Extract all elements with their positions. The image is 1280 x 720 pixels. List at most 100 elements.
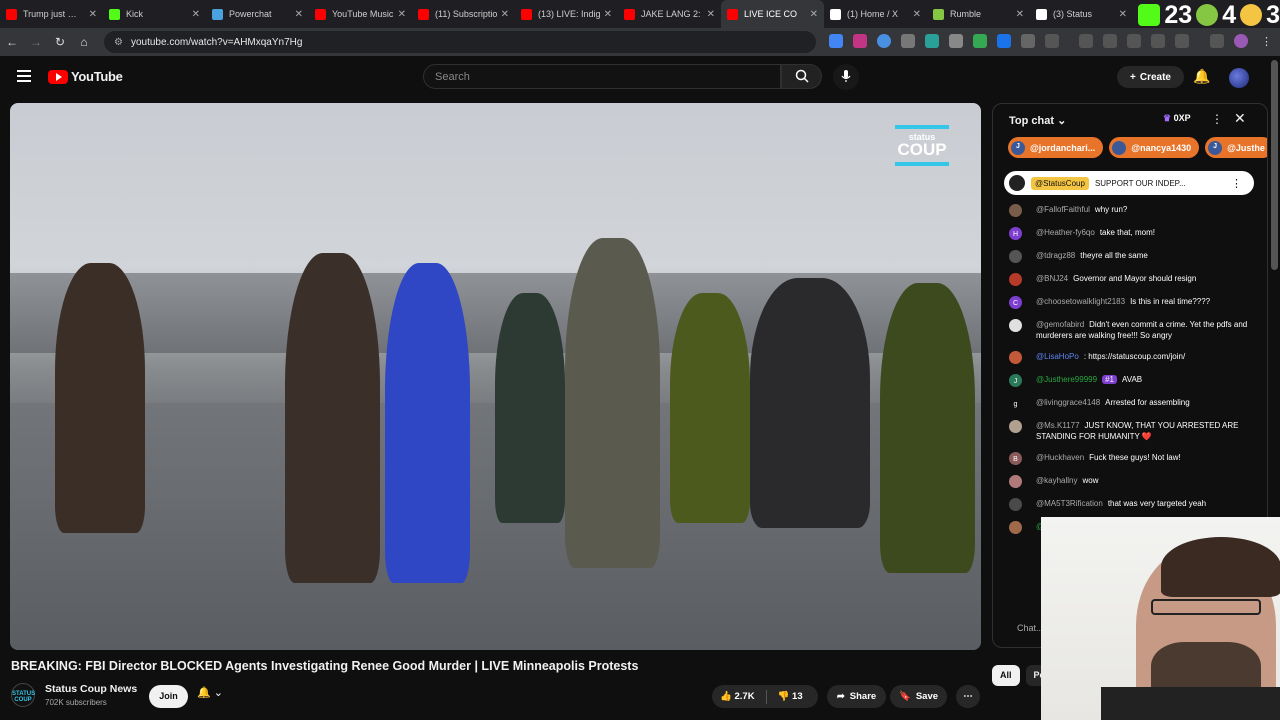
chat-author[interactable]: @LisaHoPo [1036, 352, 1079, 361]
create-button[interactable]: + Create [1117, 66, 1184, 88]
subscription-bell-button[interactable]: 🔔 ⌄ [197, 686, 223, 699]
like-button[interactable]: 👍 2.7K [720, 691, 755, 702]
extension-icon[interactable] [1103, 34, 1117, 48]
share-button[interactable]: ➦ Share [827, 685, 886, 708]
chat-author[interactable]: @MA5T3Rification [1036, 499, 1103, 508]
close-tab-icon[interactable]: ✕ [398, 9, 406, 20]
chat-author[interactable]: @Heather-fy6qo [1036, 228, 1095, 237]
extension-icon[interactable] [1021, 34, 1035, 48]
chat-author[interactable]: @gemofabird [1036, 320, 1084, 329]
dislike-button[interactable]: 👎 13 [778, 691, 803, 702]
chat-mode-dropdown[interactable]: Top chat ⌄ [1009, 114, 1066, 127]
extension-icon[interactable] [997, 34, 1011, 48]
notifications-bell-icon[interactable]: 🔔 [1193, 68, 1210, 85]
browser-tab[interactable]: Powerchat ✕ [206, 0, 309, 28]
chat-more-icon[interactable]: ⋮ [1211, 112, 1223, 126]
extension-icon[interactable] [901, 34, 915, 48]
search-button[interactable] [781, 64, 822, 89]
chat-message[interactable]: g @livinggrace4148 Arrested for assembling [1009, 397, 1249, 410]
channel-info[interactable]: STATUS COUP Status Coup News 702K subscr… [11, 683, 137, 707]
save-button[interactable]: 🔖 Save [890, 685, 947, 708]
profile-icon[interactable] [1234, 34, 1248, 48]
page-scrollbar[interactable] [1271, 60, 1278, 270]
supporter-chip[interactable]: J @jordanchari... [1008, 137, 1104, 158]
chat-message[interactable]: @Ms.K1177 JUST KNOW, THAT YOU ARRESTED AR… [1009, 420, 1249, 442]
chat-input[interactable]: Chat... [1017, 623, 1044, 633]
close-tab-icon[interactable]: ✕ [192, 9, 200, 20]
browser-menu-icon[interactable]: ⋮ [1261, 35, 1272, 48]
pinned-message[interactable]: @StatusCoup SUPPORT OUR INDEP... ⋮ [1004, 171, 1254, 195]
browser-tab[interactable]: YouTube Music ✕ [309, 0, 412, 28]
close-tab-icon[interactable]: ✕ [1016, 9, 1024, 20]
reload-icon[interactable]: ↻ [48, 35, 72, 49]
chat-message[interactable]: J @Justhere99999 #1 AVAB [1009, 374, 1249, 387]
hamburger-menu-icon[interactable] [17, 70, 31, 82]
browser-tab[interactable]: (1) Home / X ✕ [824, 0, 927, 28]
code-icon[interactable] [1127, 34, 1141, 48]
browser-tab[interactable]: LIVE ICE CO ✕ [721, 0, 824, 28]
chat-message[interactable]: @kayhallny wow [1009, 475, 1249, 488]
close-tab-icon[interactable]: ✕ [1119, 9, 1127, 20]
site-info-icon[interactable]: ⚙ [114, 37, 123, 48]
puzzle-icon[interactable] [1045, 34, 1059, 48]
close-tab-icon[interactable]: ✕ [707, 9, 715, 20]
extension-icon[interactable] [1175, 34, 1189, 48]
chat-message[interactable]: @MA5T3Rification that was very targeted y… [1009, 498, 1249, 511]
extension-icon[interactable] [853, 34, 867, 48]
points-badge[interactable]: ♛ 0XP [1163, 113, 1191, 124]
sidebar-icon[interactable] [1151, 34, 1165, 48]
supporter-chip[interactable]: @nancya1430 [1109, 137, 1200, 158]
channel-name[interactable]: Status Coup News [45, 683, 137, 695]
close-tab-icon[interactable]: ✕ [810, 9, 818, 20]
youtube-logo[interactable]: YouTube [48, 69, 123, 84]
chat-author[interactable]: @livinggrace4148 [1036, 398, 1100, 407]
browser-tab[interactable]: (13) LIVE: Indig ✕ [515, 0, 618, 28]
browser-tab[interactable]: (3) Status ✕ [1030, 0, 1133, 28]
filter-all[interactable]: All [992, 665, 1020, 686]
chat-author[interactable]: @BNJ24 [1036, 274, 1068, 283]
search-input[interactable]: Search [423, 64, 781, 89]
browser-tab[interactable]: JAKE LANG 2: L ✕ [618, 0, 721, 28]
chat-message[interactable]: B @Huckhaven Fuck these guys! Not law! [1009, 452, 1249, 465]
browser-tab[interactable]: Kick ✕ [103, 0, 206, 28]
chat-message[interactable]: @gemofabird Didn't even commit a crime. Y… [1009, 319, 1249, 341]
join-button[interactable]: Join [149, 685, 188, 708]
extension-icon[interactable] [949, 34, 963, 48]
extension-icon[interactable] [925, 34, 939, 48]
more-actions-button[interactable]: ⋯ [956, 685, 980, 708]
home-icon[interactable]: ⌂ [72, 35, 96, 49]
chat-message[interactable]: C @choosetowalklight2183 Is this in real t… [1009, 296, 1249, 309]
browser-tab[interactable]: (11) Subscriptio ✕ [412, 0, 515, 28]
channel-avatar[interactable]: STATUS COUP [11, 683, 35, 707]
chat-message[interactable]: @BNJ24 Governor and Mayor should resign [1009, 273, 1249, 286]
chat-author[interactable]: @tdragz88 [1036, 251, 1075, 260]
chat-author[interactable]: @Ms.K1177 [1036, 421, 1080, 430]
browser-tab[interactable]: Trump just … ✕ [0, 0, 103, 28]
close-tab-icon[interactable]: ✕ [604, 9, 612, 20]
url-bar[interactable]: ⚙ youtube.com/watch?v=AHMxqaYn7Hg [104, 31, 816, 53]
chat-author[interactable]: @kayhallny [1036, 476, 1077, 485]
chat-message[interactable]: @FallofFaithful why run? [1009, 204, 1249, 217]
chat-author[interactable]: @Huckhaven [1036, 453, 1084, 462]
chat-author[interactable]: @FallofFaithful [1036, 205, 1090, 214]
chat-message[interactable]: @LisaHoPo: https://statuscoup.com/join/ [1009, 351, 1249, 364]
close-tab-icon[interactable]: ✕ [89, 9, 97, 20]
forward-icon[interactable]: → [24, 35, 48, 49]
chat-message[interactable]: @tdragz88 theyre all the same [1009, 250, 1249, 263]
account-avatar[interactable] [1229, 68, 1249, 88]
extension-icon[interactable] [1210, 34, 1224, 48]
video-player[interactable]: status COUP [10, 103, 981, 650]
pinned-more-icon[interactable]: ⋮ [1231, 177, 1242, 190]
back-icon[interactable]: ← [0, 35, 24, 49]
extension-icon[interactable] [973, 34, 987, 48]
voice-search-button[interactable] [833, 64, 859, 90]
supporter-chip[interactable]: J @Justhe [1205, 137, 1267, 158]
chat-author[interactable]: @choosetowalklight2183 [1036, 297, 1125, 306]
close-tab-icon[interactable]: ✕ [913, 9, 921, 20]
extension-icon[interactable] [877, 34, 891, 48]
close-tab-icon[interactable]: ✕ [295, 9, 303, 20]
chat-message[interactable]: H @Heather-fy6qo take that, mom! [1009, 227, 1249, 240]
browser-tab[interactable]: Rumble ✕ [927, 0, 1030, 28]
close-chat-icon[interactable]: ✕ [1234, 110, 1246, 127]
close-tab-icon[interactable]: ✕ [501, 9, 509, 20]
